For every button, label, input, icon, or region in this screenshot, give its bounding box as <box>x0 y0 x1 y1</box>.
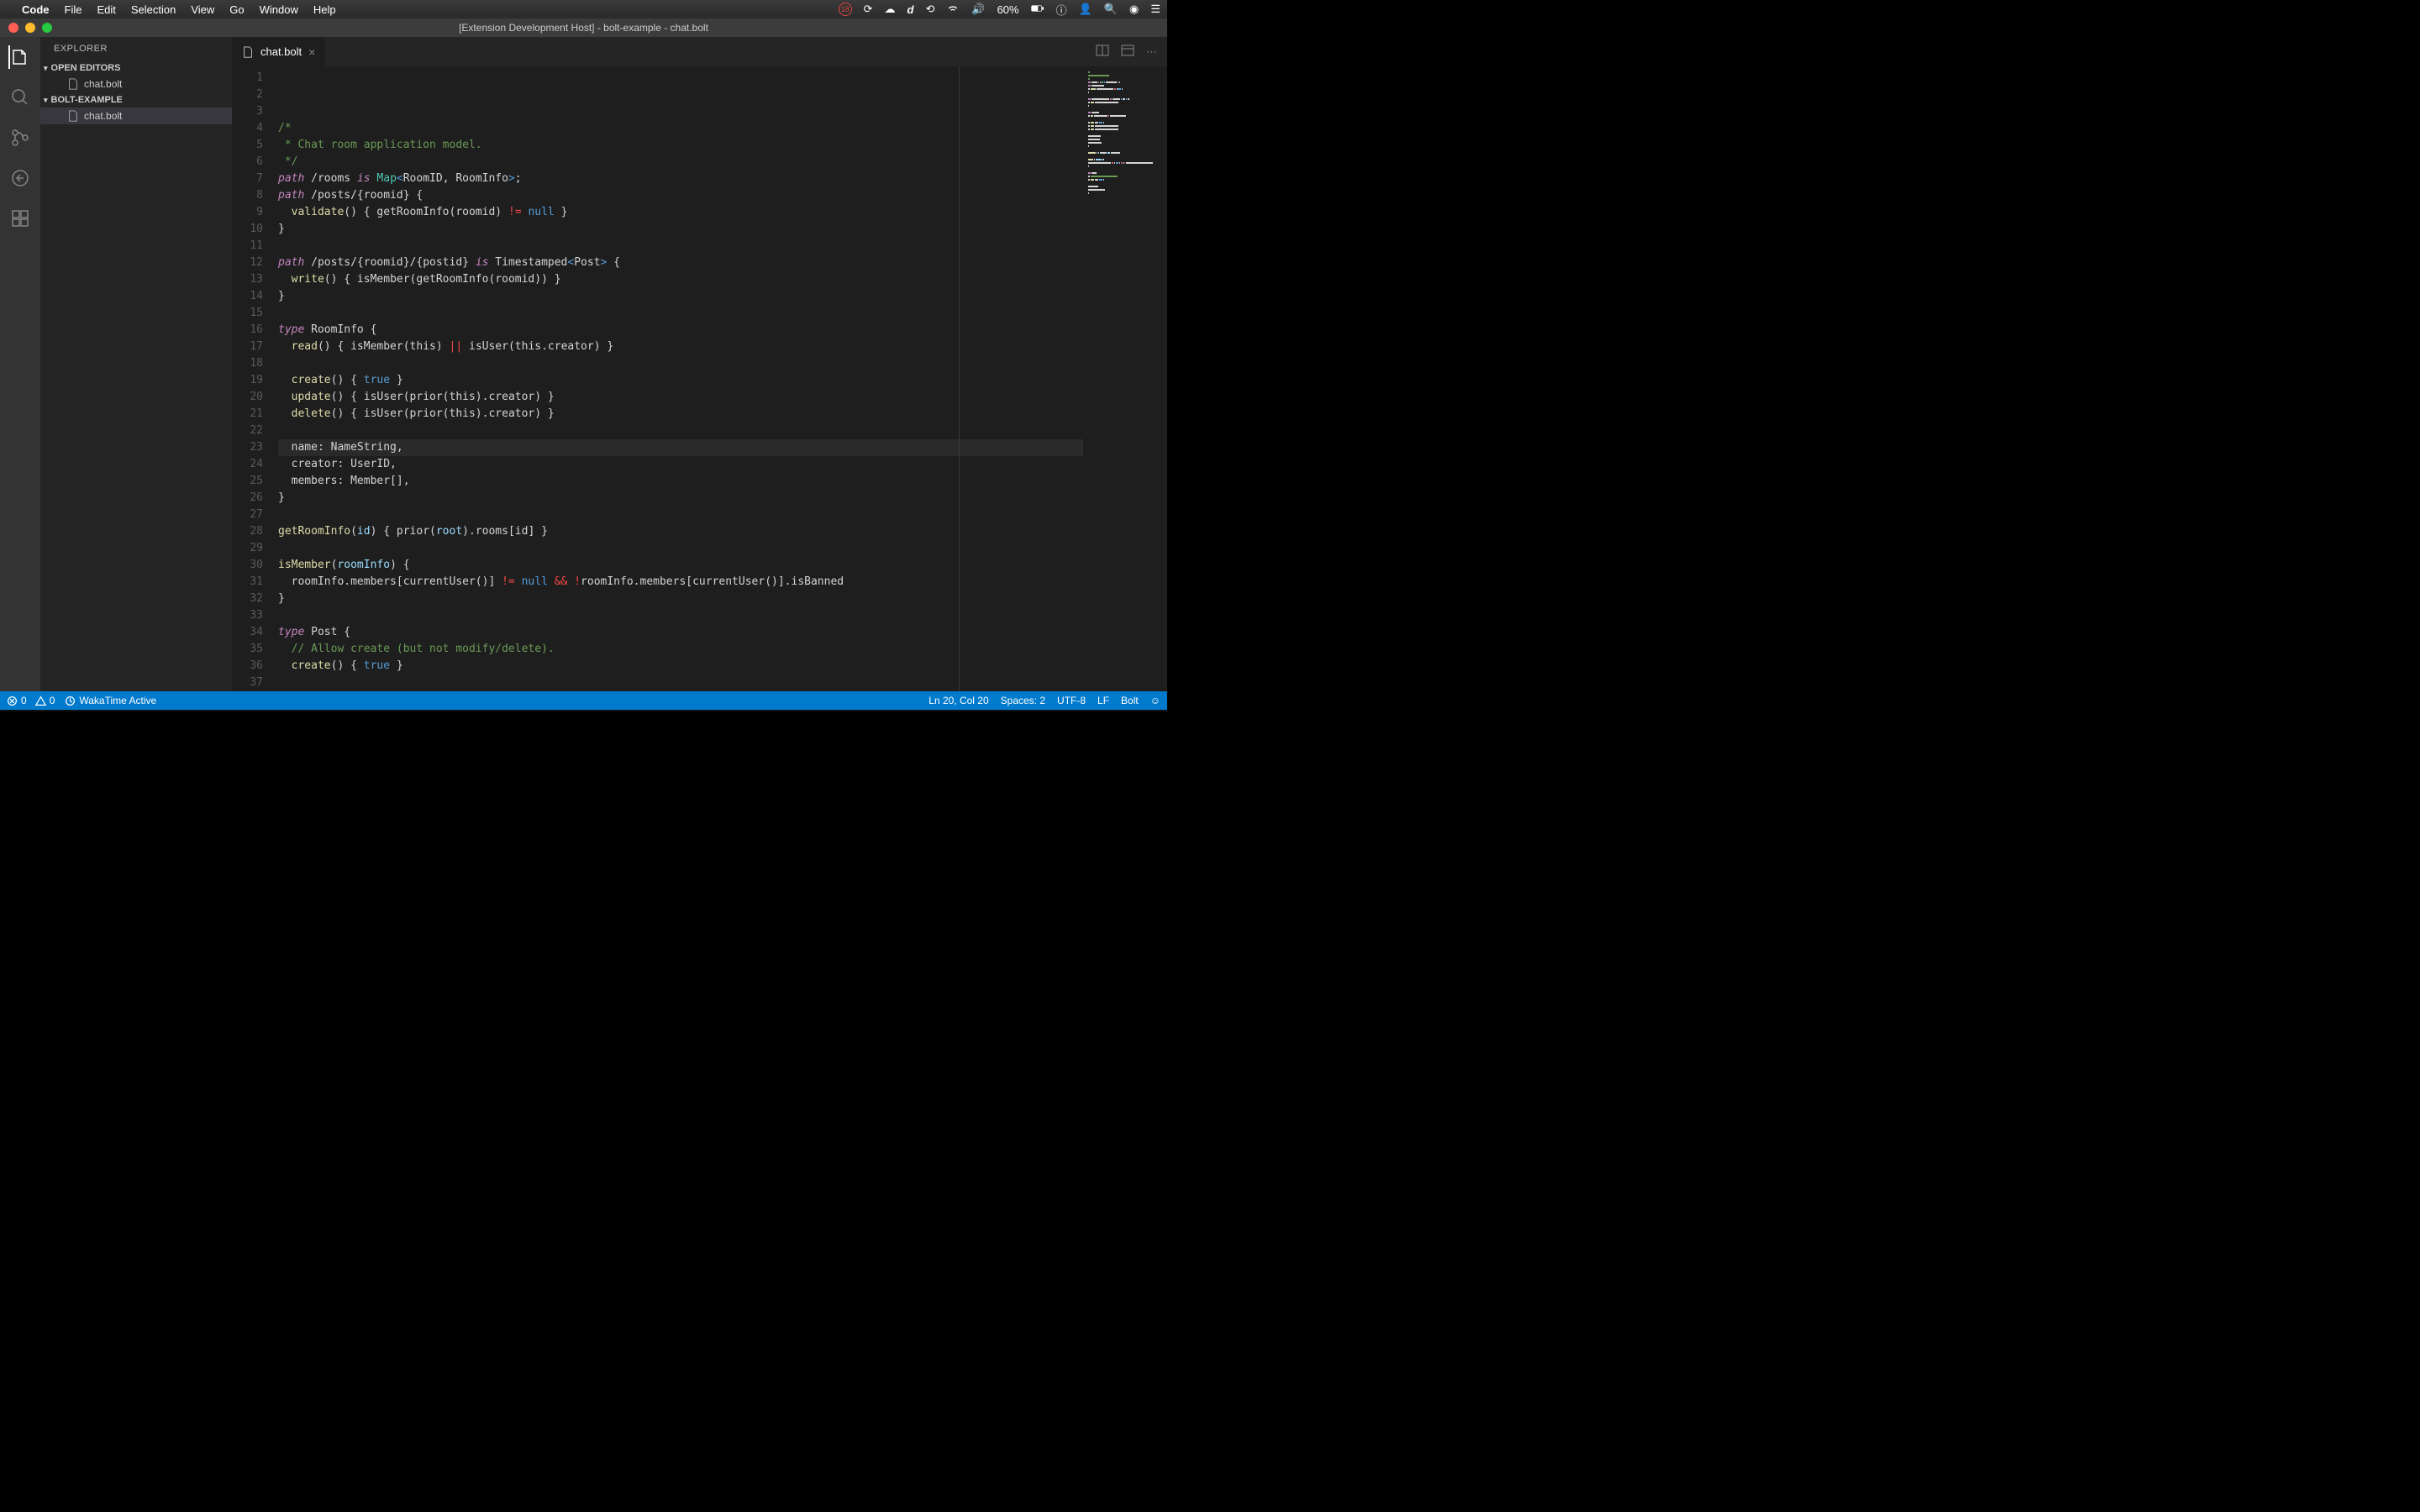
status-position[interactable]: Ln 20, Col 20 <box>929 695 988 706</box>
status-spaces[interactable]: Spaces: 2 <box>1001 695 1045 706</box>
info-icon[interactable]: ⓘ <box>1056 2 1067 18</box>
titlebar: [Extension Development Host] - bolt-exam… <box>0 18 1167 37</box>
ruler-line <box>959 66 960 691</box>
status-encoding[interactable]: UTF-8 <box>1057 695 1086 706</box>
activity-bar <box>0 37 40 691</box>
notification-badge-icon[interactable]: 18 <box>839 3 852 16</box>
status-bar: 0 0 WakaTime Active Ln 20, Col 20 Spaces… <box>0 691 1167 710</box>
menu-edit[interactable]: Edit <box>97 3 115 16</box>
minimap[interactable] <box>1083 66 1167 691</box>
menu-window[interactable]: Window <box>260 3 298 16</box>
spotlight-icon[interactable]: 🔍 <box>1104 3 1118 16</box>
dock-edge <box>0 710 1167 711</box>
vscode-window: [Extension Development Host] - bolt-exam… <box>0 18 1167 710</box>
status-problems[interactable]: 0 0 <box>7 695 55 706</box>
file-item[interactable]: chat.bolt <box>40 108 232 124</box>
menu-go[interactable]: Go <box>229 3 244 16</box>
sync-icon[interactable]: ⟳ <box>864 3 873 16</box>
editor-area: chat.bolt × ⋯ 12345678910111213141516171… <box>232 37 1167 691</box>
menu-help[interactable]: Help <box>313 3 336 16</box>
timemachine-icon[interactable]: ⟲ <box>925 3 934 16</box>
menu-file[interactable]: File <box>65 3 82 16</box>
zoom-window-button[interactable] <box>42 23 52 33</box>
status-feedback-icon[interactable]: ☺ <box>1150 695 1160 706</box>
window-title: [Extension Development Host] - bolt-exam… <box>0 22 1167 34</box>
status-eol[interactable]: LF <box>1097 695 1109 706</box>
layout-icon[interactable] <box>1121 44 1134 60</box>
file-icon <box>67 110 79 122</box>
search-icon[interactable] <box>8 86 32 109</box>
section-folder[interactable]: BOLT-EXAMPLE <box>40 92 232 108</box>
more-icon[interactable]: ⋯ <box>1146 45 1157 59</box>
extensions-icon[interactable] <box>8 207 32 230</box>
debug-icon[interactable] <box>8 166 32 190</box>
cloud-icon[interactable]: ☁ <box>885 3 896 16</box>
file-icon <box>242 46 254 58</box>
line-gutter: 1234567891011121314151617181920212223242… <box>232 66 278 691</box>
minimize-window-button[interactable] <box>25 23 35 33</box>
siri-icon[interactable]: ◉ <box>1129 3 1139 16</box>
macos-menubar: Code File Edit Selection View Go Window … <box>0 0 1167 18</box>
tab-chat-bolt[interactable]: chat.bolt × <box>232 37 326 66</box>
explorer-icon[interactable] <box>8 45 32 69</box>
battery-percent[interactable]: 60% <box>997 3 1019 16</box>
sidebar-title: EXPLORER <box>40 37 232 60</box>
user-icon[interactable]: 👤 <box>1079 3 1092 16</box>
file-icon <box>67 78 79 90</box>
app-name[interactable]: Code <box>22 3 50 16</box>
source-control-icon[interactable] <box>8 126 32 150</box>
volume-icon[interactable]: 🔊 <box>971 3 985 16</box>
code-content[interactable]: /* * Chat room application model. */path… <box>278 66 1083 691</box>
open-editor-item[interactable]: chat.bolt <box>40 76 232 92</box>
explorer-sidebar: EXPLORER OPEN EDITORS chat.bolt BOLT-EXA… <box>40 37 232 691</box>
split-editor-icon[interactable] <box>1096 44 1109 60</box>
editor-body[interactable]: 1234567891011121314151617181920212223242… <box>232 66 1167 691</box>
menu-view[interactable]: View <box>191 3 214 16</box>
battery-icon[interactable] <box>1031 2 1044 18</box>
wifi-icon[interactable] <box>946 2 960 18</box>
section-open-editors[interactable]: OPEN EDITORS <box>40 60 232 76</box>
status-wakatime[interactable]: WakaTime Active <box>65 695 156 706</box>
menu-selection[interactable]: Selection <box>131 3 176 16</box>
close-window-button[interactable] <box>8 23 18 33</box>
app-indicator-icon[interactable]: d <box>908 3 914 16</box>
notifications-icon[interactable]: ☰ <box>1150 3 1160 16</box>
close-tab-icon[interactable]: × <box>308 45 315 59</box>
status-language[interactable]: Bolt <box>1121 695 1139 706</box>
editor-tabs: chat.bolt × ⋯ <box>232 37 1167 66</box>
